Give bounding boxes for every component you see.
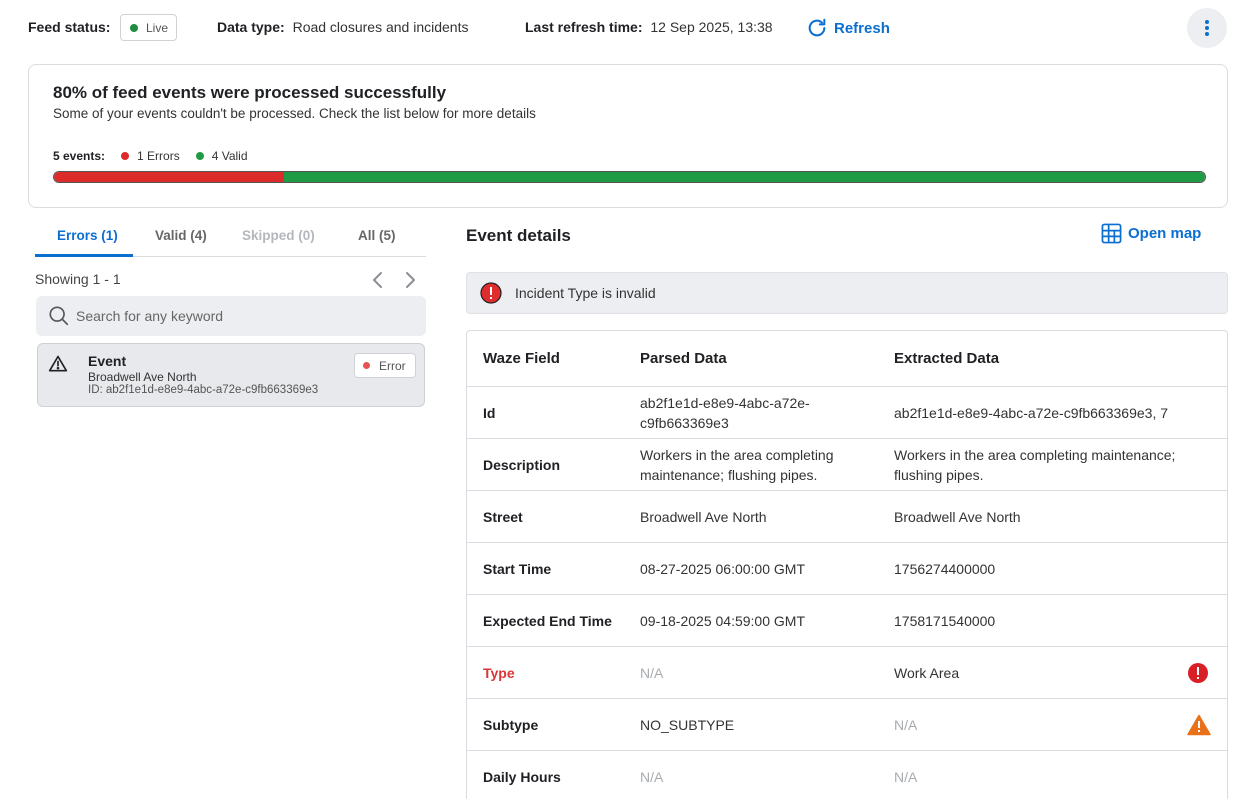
refresh-button[interactable]: Refresh [806,15,890,41]
summary-subtitle: Some of your events couldn't be processe… [53,106,536,121]
search-box [36,296,426,336]
feed-status-badge: Live [120,14,177,41]
field-name-cell: Street [483,508,523,525]
last-refresh: Last refresh time: 12 Sep 2025, 13:38 [525,19,773,35]
event-street: Broadwell Ave North [88,370,197,384]
event-status-label: Error [379,358,406,373]
top-bar: Feed status: Live Data type: Road closur… [0,0,1249,56]
error-circle-icon [1188,662,1208,683]
event-filter-tabs: Errors (1) Valid (4) Skipped (0) All (5) [35,220,426,257]
event-list-item[interactable]: Event Broadwell Ave North ID: ab2f1e1d-e… [37,343,425,407]
field-name-cell: Expected End Time [483,612,612,629]
live-dot-icon [130,23,138,32]
table-row: Start Time 08-27-2025 06:00:00 GMT 1756274… [467,543,1227,595]
error-dot-icon [363,362,370,369]
event-id: ID: ab2f1e1d-e8e9-4abc-a72e-c9fb663369e3 [88,384,319,396]
extracted-data-cell: Broadwell Ave North [894,508,1021,525]
field-name-cell: Id [483,404,496,421]
tab-valid[interactable]: Valid (4) [155,228,207,243]
column-header-waze-field: Waze Field [483,349,560,367]
parsed-data-cell: 09-18-2025 04:59:00 GMT [640,612,805,629]
parsed-data-cell: NO_SUBTYPE [640,716,735,733]
summary-title: 80% of feed events were processed succes… [53,83,447,102]
progress-errors-segment [54,172,285,182]
tab-skipped[interactable]: Skipped (0) [242,228,315,243]
tab-errors[interactable]: Errors (1) [57,228,118,243]
table-header-row: Waze Field Parsed Data Extracted Data [467,331,1227,387]
table-row: Id ab2f1e1d-e8e9-4abc-a72e-c9fb663369e3 ab… [467,387,1227,439]
field-name-cell: Subtype [483,716,539,733]
extracted-data-cell: Workers in the area completing maintenan… [894,446,1176,483]
parsed-data-cell: N/A [640,768,664,785]
more-options-button[interactable] [1187,8,1227,48]
active-tab-indicator [35,254,133,257]
field-name-cell: Daily Hours [483,768,561,785]
column-header-parsed-data: Parsed Data [640,349,727,367]
table-row: Type N/A Work Area [467,647,1227,699]
data-type-label: Data type: [217,19,285,35]
event-fields-table: Waze Field Parsed Data Extracted Data Id… [466,330,1228,799]
table-row: Subtype NO_SUBTYPE N/A [467,699,1227,751]
table-row: Description Workers in the area completin… [467,439,1227,491]
data-type: Data type: Road closures and incidents [217,19,468,35]
processing-summary-card: 80% of feed events were processed succes… [28,64,1228,208]
table-row: Expected End Time 09-18-2025 04:59:00 GMT… [467,595,1227,647]
feed-status-label: Feed status: [28,19,111,35]
errors-legend-label: 1 Errors [137,149,180,163]
showing-range: Showing 1 - 1 [35,271,121,287]
refresh-icon [808,18,826,37]
parsed-data-cell: ab2f1e1d-e8e9-4abc-a72e-c9fb663369e3 [640,394,810,431]
field-name-cell: Type [483,664,515,681]
extracted-data-cell: N/A [894,716,918,733]
warning-triangle-icon [1187,714,1211,735]
data-type-value: Road closures and incidents [292,19,469,35]
map-grid-icon [1101,223,1122,244]
parsed-data-cell: Broadwell Ave North [640,508,767,525]
more-vertical-icon [1205,20,1209,36]
alert-message: Incident Type is invalid [515,285,656,301]
extracted-data-cell: ab2f1e1d-e8e9-4abc-a72e-c9fb663369e3, 7 [894,404,1169,421]
parsed-data-cell: 08-27-2025 06:00:00 GMT [640,560,805,577]
table-row: Daily Hours N/A N/A [467,751,1227,799]
last-refresh-value: 12 Sep 2025, 13:38 [650,19,773,35]
extracted-data-cell: 1758171540000 [894,612,996,629]
events-legend: 5 events: 1 Errors 4 Valid [53,149,264,163]
valid-legend-label: 4 Valid [211,149,248,163]
progress-valid-segment [284,172,1205,182]
tab-all[interactable]: All (5) [358,228,396,243]
events-count-label: 5 events: [53,149,106,163]
warning-triangle-icon [48,355,68,372]
extracted-data-cell: N/A [894,768,918,785]
column-header-extracted-data: Extracted Data [894,349,1000,367]
search-icon [49,306,69,326]
event-details-title: Event details [466,226,571,245]
parsed-data-cell: Workers in the area completing maintenan… [640,446,834,483]
table-row: Street Broadwell Ave North Broadwell Ave N… [467,491,1227,543]
field-name-cell: Start Time [483,560,552,577]
event-title: Event [88,353,127,369]
extracted-data-cell: 1756274400000 [894,560,996,577]
feed-status-value: Live [146,20,169,35]
parsed-data-cell: N/A [640,664,664,681]
previous-page-icon[interactable] [369,270,387,290]
open-map-button[interactable]: Open map [1101,223,1201,244]
processing-progress-bar [53,171,1206,183]
last-refresh-label: Last refresh time: [525,19,643,35]
next-page-icon[interactable] [401,270,419,290]
validation-alert: Incident Type is invalid [466,272,1228,314]
error-dot-icon [121,152,130,160]
extracted-data-cell: Work Area [894,664,960,681]
open-map-label: Open map [1128,225,1202,242]
error-circle-icon [480,282,502,304]
refresh-label: Refresh [834,19,890,37]
valid-dot-icon [195,152,204,160]
field-name-cell: Description [483,456,561,473]
event-status-badge: Error [354,353,416,378]
search-input[interactable] [76,308,406,324]
